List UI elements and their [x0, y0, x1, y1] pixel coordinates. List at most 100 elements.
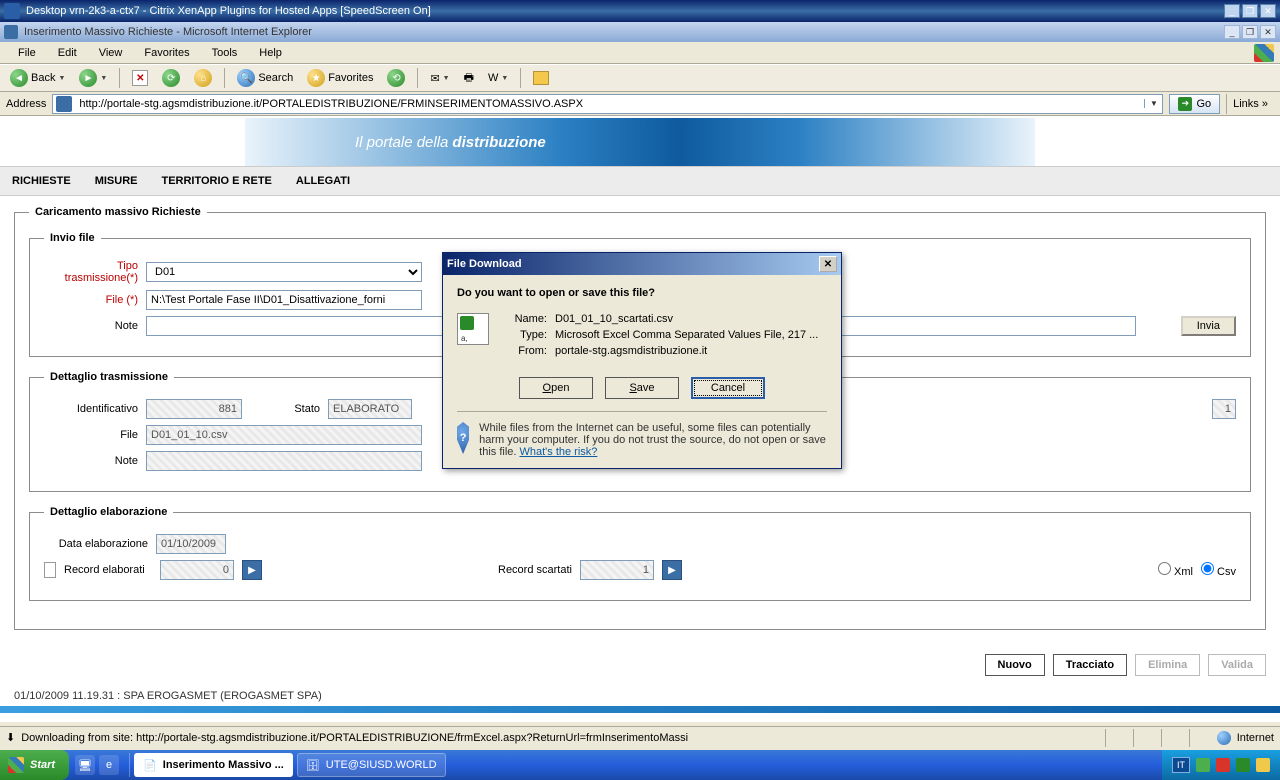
url-dropdown-icon[interactable]: ▼ [1144, 99, 1162, 108]
close-button[interactable]: ✕ [1260, 4, 1276, 18]
refresh-button[interactable]: ⟳ [158, 67, 184, 89]
ie-restore-button[interactable]: ❐ [1242, 25, 1258, 39]
rec-elab-go-button[interactable]: ▶ [242, 560, 262, 580]
elimina-button: Elimina [1135, 654, 1200, 676]
shield-icon: ? [457, 422, 469, 454]
file-input[interactable] [146, 290, 422, 310]
url-input[interactable] [75, 98, 1144, 110]
tray-icon[interactable] [1256, 758, 1270, 772]
go-button[interactable]: ➔ Go [1169, 94, 1220, 114]
url-field[interactable]: ▼ [52, 94, 1163, 114]
tab-misure[interactable]: MISURE [95, 175, 138, 187]
ie-close-button[interactable]: ✕ [1260, 25, 1276, 39]
stop-button[interactable]: ✕ [128, 67, 152, 89]
id-value [146, 399, 242, 419]
mail-button[interactable]: ✉ ▼ [426, 67, 453, 89]
menu-file[interactable]: File [8, 45, 46, 61]
tab-richieste[interactable]: RICHIESTE [12, 175, 71, 187]
tab-allegati[interactable]: ALLEGATI [296, 175, 350, 187]
tray-icon[interactable] [1236, 758, 1250, 772]
fmt-xml-radio[interactable]: Xml [1158, 562, 1193, 578]
menu-view[interactable]: View [89, 45, 133, 61]
language-indicator[interactable]: IT [1172, 757, 1190, 773]
zone-label: Internet [1237, 732, 1274, 744]
menubar: File Edit View Favorites Tools Help [0, 42, 1280, 64]
dialog-titlebar[interactable]: File Download ✕ [443, 253, 841, 275]
status-pane [1189, 729, 1211, 747]
name-key: Name: [501, 313, 547, 325]
edit-page-button[interactable]: W ▼ [484, 67, 512, 89]
menu-favorites[interactable]: Favorites [134, 45, 199, 61]
tray-icon[interactable] [1196, 758, 1210, 772]
ql-ie-icon[interactable]: e [99, 755, 119, 775]
back-button[interactable]: ◄ Back ▼ [6, 67, 69, 89]
forward-dropdown-icon[interactable]: ▼ [100, 75, 107, 82]
type-key: Type: [501, 329, 547, 341]
menu-edit[interactable]: Edit [48, 45, 87, 61]
menu-help[interactable]: Help [249, 45, 292, 61]
home-button[interactable]: ⌂ [190, 67, 216, 89]
windows-flag-icon [1254, 44, 1274, 62]
expand-elab-icon[interactable] [44, 562, 56, 578]
toolbar: ◄ Back ▼ ► ▼ ✕ ⟳ ⌂ 🔍 Search ★ Favorites … [0, 64, 1280, 92]
citrix-title: Desktop vrn-2k3-a-ctx7 - Citrix XenApp P… [26, 5, 431, 17]
citrix-titlebar: Desktop vrn-2k3-a-ctx7 - Citrix XenApp P… [0, 0, 1280, 22]
stato-label: Stato [250, 403, 320, 415]
status-pane [1161, 729, 1183, 747]
risk-link[interactable]: What's the risk? [520, 446, 598, 458]
search-button[interactable]: 🔍 Search [233, 67, 297, 89]
ie-statusbar: ⬇ Downloading from site: http://portale-… [0, 726, 1280, 748]
rec-scart-go-button[interactable]: ▶ [662, 560, 682, 580]
task-ie-icon: 📄 [143, 759, 157, 772]
data-elab-value [156, 534, 226, 554]
ie-minimize-button[interactable]: _ [1224, 25, 1240, 39]
citrix-icon [4, 3, 20, 19]
save-button[interactable]: Save [605, 377, 679, 399]
legend-invio: Invio file [44, 232, 101, 244]
footer-buttons: Nuovo Tracciato Elimina Valida [0, 654, 1280, 686]
menu-tools[interactable]: Tools [202, 45, 248, 61]
tab-territorio[interactable]: TERRITORIO E RETE [161, 175, 271, 187]
cancel-button[interactable]: Cancel [691, 377, 765, 399]
tipo-label: Tipo trasmissione(*) [44, 260, 138, 284]
refresh-icon: ⟳ [162, 69, 180, 87]
open-button[interactable]: Open [519, 377, 593, 399]
tracciato-button[interactable]: Tracciato [1053, 654, 1127, 676]
back-dropdown-icon[interactable]: ▼ [58, 75, 65, 82]
invia-button[interactable]: Invia [1181, 316, 1236, 336]
history-icon: ⟲ [387, 69, 405, 87]
links-bar[interactable]: Links » [1226, 94, 1274, 114]
ie-titlebar: Inserimento Massivo Richieste - Microsof… [0, 22, 1280, 42]
legend-det-tx: Dettaglio trasmissione [44, 371, 174, 383]
id-label: Identificativo [44, 403, 138, 415]
banner: Il portale della distribuzione [245, 118, 1035, 166]
from-key: From: [501, 345, 547, 357]
start-button[interactable]: Start [0, 750, 69, 780]
back-icon: ◄ [10, 69, 28, 87]
toolbar-separator [119, 68, 120, 88]
restore-button[interactable]: ❐ [1242, 4, 1258, 18]
data-elab-label: Data elaborazione [44, 538, 148, 550]
dialog-title: File Download [447, 258, 522, 270]
det-note-value [146, 451, 422, 471]
folder-button[interactable] [529, 67, 553, 89]
status-pane [1105, 729, 1127, 747]
nuovo-button[interactable]: Nuovo [985, 654, 1045, 676]
toolbar-separator [417, 68, 418, 88]
ql-desktop-icon[interactable]: 🖥 [75, 755, 95, 775]
task-db-icon: 🗄 [306, 759, 320, 772]
dialog-close-button[interactable]: ✕ [819, 256, 837, 272]
favorites-button[interactable]: ★ Favorites [303, 67, 377, 89]
name-value: D01_01_10_scartati.csv [555, 313, 673, 325]
forward-button[interactable]: ► ▼ [75, 67, 111, 89]
minimize-button[interactable]: _ [1224, 4, 1240, 18]
tipo-select[interactable]: D01 [146, 262, 422, 282]
fmt-csv-radio[interactable]: Csv [1201, 562, 1236, 578]
task-item-ute[interactable]: 🗄 UTE@SIUSD.WORLD [297, 753, 446, 777]
tray-icon[interactable] [1216, 758, 1230, 772]
det-file-value [146, 425, 422, 445]
task-item-ie[interactable]: 📄 Inserimento Massivo ... [134, 753, 293, 777]
history-button[interactable]: ⟲ [383, 67, 409, 89]
print-button[interactable]: 🖶 [460, 67, 478, 89]
det-file-label: File [44, 429, 138, 441]
